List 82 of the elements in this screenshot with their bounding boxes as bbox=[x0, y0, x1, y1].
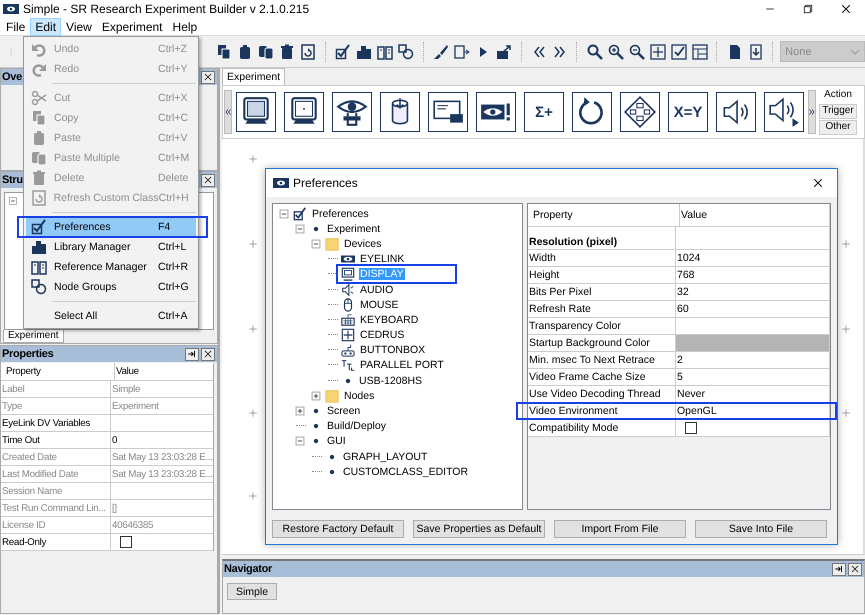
property-label: Video Frame Cache Size bbox=[528, 369, 676, 385]
dialog-button[interactable]: Restore Factory Default bbox=[272, 520, 404, 538]
tree-item[interactable]: PARALLEL PORT bbox=[359, 359, 445, 372]
property-label: Use Video Decoding Thread bbox=[528, 386, 676, 402]
tree-item[interactable]: Experiment bbox=[326, 222, 382, 235]
menu-item[interactable]: File bbox=[1, 18, 30, 36]
property-label: Time Out bbox=[1, 432, 111, 448]
tree-item[interactable]: GRAPH_LAYOUT bbox=[342, 450, 428, 463]
property-value: Never bbox=[676, 386, 830, 402]
panel-title: Stru bbox=[2, 174, 23, 186]
tree-item[interactable]: Screen bbox=[326, 405, 362, 418]
tree-item[interactable]: Build/Deploy bbox=[326, 420, 387, 432]
menu-item[interactable]: Select All Ctrl+A bbox=[26, 306, 196, 326]
dialog-title: Preferences bbox=[293, 176, 358, 190]
property-value: 0 bbox=[111, 434, 118, 448]
column-header: Property bbox=[5, 363, 115, 380]
property-value: Experiment bbox=[111, 400, 160, 414]
property-value: 60 bbox=[676, 301, 830, 317]
tab[interactable]: Experiment bbox=[3, 330, 64, 343]
property-label: Test Run Command Lin... bbox=[1, 500, 111, 516]
panel-title: Properties bbox=[2, 348, 54, 360]
menu-item[interactable]: Help bbox=[168, 18, 202, 36]
tree-item[interactable]: USB-1208HS bbox=[358, 374, 424, 387]
tree-item[interactable]: Nodes bbox=[343, 390, 376, 402]
dialog-button[interactable]: Save Properties as Default bbox=[413, 520, 545, 538]
tree-item[interactable]: CEDRUS bbox=[359, 329, 406, 342]
property-label: Transparency Color bbox=[528, 318, 676, 334]
tree-item[interactable]: AUDIO bbox=[359, 284, 394, 296]
tree-item[interactable]: Devices bbox=[343, 238, 382, 250]
tree-item[interactable]: MOUSE bbox=[359, 298, 400, 311]
property-value: Sat May 13 23:03:28 E... bbox=[111, 450, 213, 464]
dialog-button[interactable]: Save Into File bbox=[695, 520, 827, 538]
tab[interactable]: Experiment bbox=[222, 68, 286, 85]
tree-item[interactable]: Preferences bbox=[311, 208, 370, 220]
property-label: Read-Only bbox=[1, 534, 111, 550]
tree-item[interactable]: CUSTOMCLASS_EDITOR bbox=[342, 466, 470, 478]
menu-item[interactable]: View bbox=[61, 18, 97, 36]
property-value: [] bbox=[111, 502, 118, 516]
column-header: Property bbox=[532, 204, 680, 226]
property-label: Min. msec To Next Retrace bbox=[528, 352, 676, 368]
property-label: Label bbox=[1, 381, 111, 397]
property-label: Session Name bbox=[1, 483, 111, 499]
breadcrumb-button[interactable]: Simple bbox=[227, 583, 277, 600]
tree-item[interactable]: KEYBOARD bbox=[359, 314, 420, 326]
property-label: Bits Per Pixel bbox=[528, 284, 676, 300]
section-heading: Resolution (pixel) bbox=[528, 227, 676, 249]
dialog-button[interactable]: Import From File bbox=[554, 520, 686, 538]
menu-item[interactable]: Experiment bbox=[96, 18, 168, 36]
property-label: Compatibility Mode bbox=[528, 420, 676, 436]
tree-item[interactable]: BUTTONBOX bbox=[359, 344, 426, 356]
property-label: Width bbox=[528, 250, 676, 266]
property-label: Refresh Rate bbox=[528, 301, 676, 317]
property-value: Simple bbox=[111, 382, 142, 396]
window-title: Simple - SR Research Experiment Builder v 2.1.0.215 bbox=[23, 2, 310, 16]
menu-item[interactable]: Preferences F4 bbox=[26, 217, 196, 237]
category-tab[interactable]: Other bbox=[819, 120, 857, 135]
property-label: Height bbox=[528, 267, 676, 283]
panel-title: Navigator bbox=[224, 563, 272, 575]
property-label: Created Date bbox=[1, 449, 111, 465]
node-tile[interactable]: X=Y bbox=[668, 92, 708, 132]
property-value: 1024 bbox=[676, 250, 830, 266]
property-label: Last Modified Date bbox=[1, 466, 111, 482]
menu-item[interactable]: Reference Manager Ctrl+R bbox=[26, 257, 196, 277]
property-value: 32 bbox=[676, 284, 830, 300]
property-value: Sat May 13 23:03:28 E... bbox=[111, 468, 213, 482]
menu-item[interactable]: Library Manager Ctrl+L bbox=[26, 237, 196, 257]
category-tab[interactable]: Trigger bbox=[819, 104, 857, 119]
menu-item[interactable]: Edit bbox=[30, 18, 62, 36]
node-tile[interactable]: Σ+ bbox=[524, 92, 564, 132]
column-header: Value bbox=[680, 204, 830, 226]
column-header: Value bbox=[115, 365, 140, 379]
property-label: EyeLink DV Variables bbox=[1, 415, 111, 431]
property-label: Type bbox=[1, 398, 111, 414]
menu-item[interactable]: Node Groups Ctrl+G bbox=[26, 277, 196, 297]
property-value: 2 bbox=[676, 352, 830, 368]
panel-title: Ove bbox=[2, 71, 22, 83]
property-label: License ID bbox=[1, 517, 111, 533]
property-value: 40646385 bbox=[111, 518, 154, 532]
tree-item[interactable]: GUI bbox=[326, 435, 347, 448]
tree-item[interactable]: EYELINK bbox=[359, 253, 406, 266]
property-value: 768 bbox=[676, 267, 830, 283]
property-value: 5 bbox=[676, 369, 830, 385]
